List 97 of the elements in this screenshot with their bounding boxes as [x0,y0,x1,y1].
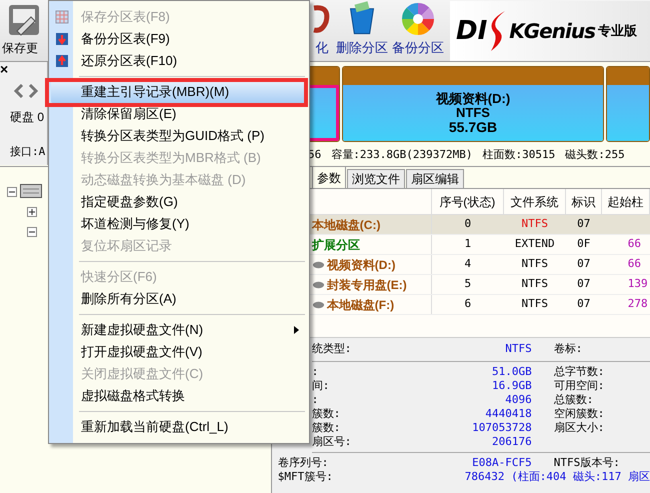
table-cell-text: NTFS [520,296,550,312]
close-button[interactable]: × [0,62,8,76]
toolbar-button[interactable]: 备份分区 [390,1,446,61]
detail-value: 4096 [504,392,532,408]
detail-label: 总簇数: [554,392,594,408]
detail-label: 簇数: [312,420,342,436]
detail-label: NTFS版本号: [554,454,620,471]
toolbar-button[interactable]: 删除分区 [334,1,390,61]
collapse-icon[interactable] [7,187,17,197]
toolbar-button[interactable]: 化 [310,1,334,61]
table-cell-text: 07 [576,276,592,292]
detail-label: 统类型: [312,341,352,358]
tab[interactable]: 扇区编辑 [406,169,464,188]
up-arrow-icon [55,54,69,68]
disk-info-text: 磁头数:255 [565,147,625,163]
down-arrow-icon [55,32,69,46]
detail-label: 卷序列号: [278,454,330,471]
table-cell-text: 07 [576,296,592,312]
logo-text: KGenius [509,21,595,41]
partition-header-bar [607,67,649,85]
table-cell-text: NTFS [520,256,550,272]
detail-value: E08A-FCF5 [471,454,532,471]
detail-label: 空闲簇数: [554,406,604,422]
save-icon [7,3,41,37]
table-cell-text: 0 [463,216,472,232]
table-cell-text: 278 [626,296,648,312]
partition-name: 本地磁盘(F:) [326,296,394,314]
table-cell-text: NTFS [520,216,550,232]
color-wheel-icon [401,2,435,36]
logo-text: DI [456,18,488,44]
expand-icon[interactable] [27,207,37,217]
partition-filesystem: NTFS [456,106,490,120]
detail-value: 786432 (柱面:404 磁头:117 扇区 [464,468,650,485]
disk-icon [312,300,325,310]
detail-value: 206176 [491,434,532,450]
partition-name: 本地磁盘(C:) [312,216,380,234]
table-cell-text: 5 [463,276,472,292]
grid-icon [55,10,69,24]
table-cell-text: 1 [463,236,472,252]
partition-name: 视频资料(D:) [436,92,510,106]
tab[interactable]: 参数 [312,166,346,188]
detail-label: 可用空间: [554,378,604,394]
toolbar-button[interactable]: 保存更 [0,1,48,61]
partition-block[interactable]: 视频资料(D:) NTFS 55.7GB [342,66,604,142]
disk-label: 硬盘 0 [10,109,44,126]
menu-item[interactable]: 虚拟磁盘格式转换 [51,385,307,407]
detail-label: 扇区号: [312,434,352,450]
menu-item[interactable]: 指定硬盘参数(G) [51,191,307,213]
trash-can-icon [347,1,377,36]
table-cell-text: EXTEND [514,236,556,252]
menu-item[interactable]: 备份分区表(F9) [51,28,307,50]
table-cell-text: 66 [626,236,642,252]
partition-name: 视频资料(D:) [326,256,396,274]
partition-size: 55.7GB [448,120,498,134]
table-cell-text: 0F [576,236,592,252]
edition-label: 专业版 [598,22,637,40]
table-cell-text: 07 [576,216,592,232]
column-header[interactable]: 标识 [566,189,602,214]
column-header[interactable]: 序号(状态) [432,189,504,214]
partition-name: 封装专用盘(E:) [326,276,407,294]
disk-icon [312,260,325,270]
partition-block[interactable] [606,66,650,142]
detail-label: 簇数: [312,406,342,422]
menu-item[interactable]: 新建虚拟硬盘文件(N) [51,319,307,341]
partition-name: 扩展分区 [312,236,360,254]
table-cell-text: 07 [576,256,592,272]
interface-label: 接口:A [10,144,46,160]
table-cell-text: 6 [463,296,472,312]
collapse-icon[interactable] [27,227,37,237]
detail-label: 间: [312,378,330,394]
column-header[interactable]: 起始柱 [602,189,650,214]
table-cell-text: 139 [626,276,648,292]
table-cell-text: 66 [626,256,642,272]
detail-label: : [312,392,320,408]
menu-item[interactable]: 打开虚拟硬盘文件(V) [51,341,307,363]
menu-item[interactable]: 还原分区表(F10) [51,50,307,72]
column-header[interactable]: 文件系统 [504,189,566,214]
menu-item[interactable]: 重新加载当前硬盘(Ctrl_L) [51,416,307,438]
detail-value: 51.0GB [491,364,532,380]
menu-item[interactable]: 重建主引导记录(MBR)(M) [51,81,307,103]
menu-item[interactable]: 清除保留扇区(E) [51,103,307,125]
detail-label: : [312,364,320,380]
disk-info-text: 柱面数:30515 [482,147,556,163]
detail-label: 扇区大小: [554,420,604,436]
detail-value: NTFS [504,341,532,358]
detail-value: 16.9GB [491,378,532,394]
tab[interactable]: 浏览文件 [346,169,405,188]
disk-icon [312,280,325,290]
disk-info-text: 容量:233.8GB(239372MB) [331,147,472,163]
menu-item[interactable]: 转换分区表类型为GUID格式 (P) [51,125,307,147]
table-cell-text: NTFS [520,276,550,292]
detail-label: 总字节数: [554,364,604,380]
detail-label: $MFT簇号: [278,468,334,485]
detail-value: 4440418 [484,406,532,422]
detail-value: 107053728 [471,420,532,436]
table-cell-text: 4 [463,256,472,272]
detail-label: 卷标: [554,341,582,358]
